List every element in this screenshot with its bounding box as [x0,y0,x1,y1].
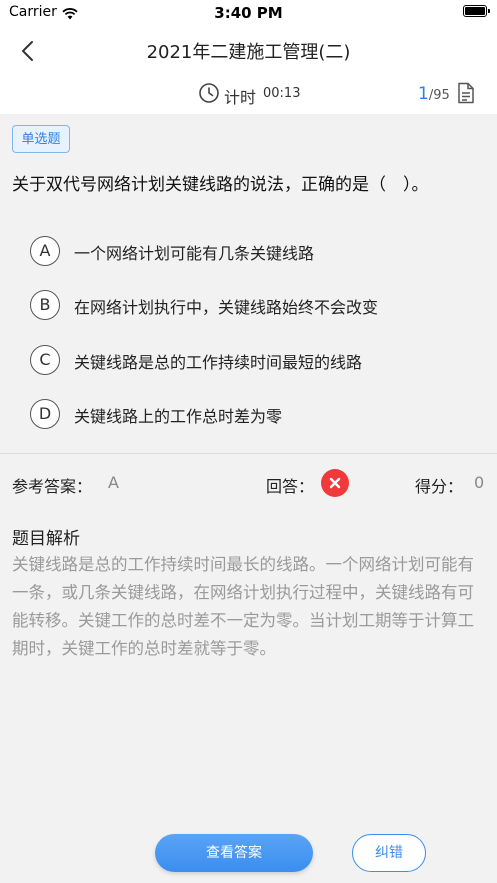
nav-bar: 2021年二建施工管理(二) [0,26,497,76]
timer-bar: 计时 00:13 1/95 [0,76,497,114]
option-letter: A [30,236,60,266]
option-c[interactable]: C 关键线路是总的工作持续时间最短的线路 [30,345,470,377]
answer-sheet-icon[interactable] [457,82,475,108]
question-type-badge: 单选题 [12,125,70,153]
status-bar: Carrier 3:40 PM [0,0,497,26]
divider [0,453,497,454]
option-letter: B [30,290,60,320]
option-a[interactable]: A 一个网络计划可能有几条关键线路 [30,236,470,268]
option-letter: C [30,345,60,375]
option-text: 关键线路是总的工作持续时间最短的线路 [74,353,363,372]
question-text: 关于双代号网络计划关键线路的说法，正确的是（ ）。 [12,175,429,195]
option-text: 一个网络计划可能有几条关键线路 [74,244,315,263]
score-label: 得分： [415,477,464,496]
analysis-title: 题目解析 [12,529,80,549]
reference-answer-value: A [108,473,119,492]
score-value: 0 [474,473,485,492]
question-counter[interactable]: 1/95 [418,84,450,104]
status-time: 3:40 PM [214,4,283,22]
option-d[interactable]: D 关键线路上的工作总时差为零 [30,399,470,431]
answer-summary: 参考答案： A 回答： 得分： 0 [0,468,497,500]
response-label: 回答： [266,477,315,496]
current-question-number: 1 [418,84,429,104]
reference-answer-label: 参考答案： [12,477,93,496]
option-b[interactable]: B 在网络计划执行中，关键线路始终不会改变 [30,290,470,322]
analysis-text: 关键线路是总的工作持续时间最长的线路。一个网络计划可能有一条，或几条关键线路，在… [12,555,474,658]
timer-value: 00:13 [263,86,301,101]
option-text: 在网络计划执行中，关键线路始终不会改变 [74,298,379,317]
option-letter: D [30,399,60,429]
clock-icon [198,82,220,108]
battery-icon [463,5,490,17]
page-title: 2021年二建施工管理(二) [146,42,351,63]
report-error-button[interactable]: 纠错 [352,834,426,872]
view-answer-button[interactable]: 查看答案 [155,834,313,872]
option-text: 关键线路上的工作总时差为零 [74,407,283,426]
total-questions: /95 [428,88,450,103]
timer-label: 计时 [224,88,257,107]
close-icon [321,469,349,497]
